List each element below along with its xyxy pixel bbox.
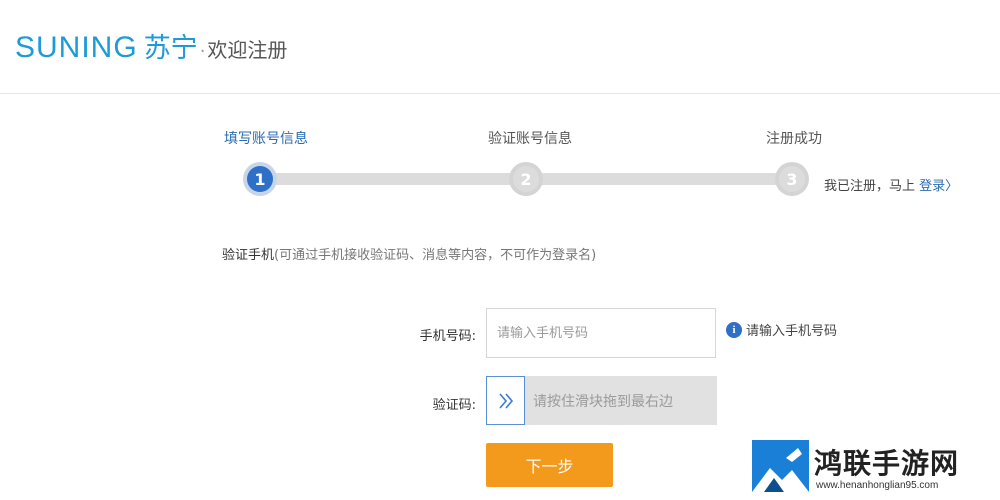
step-1-circle: 1: [243, 162, 277, 196]
verify-phone-note: (可通过手机接收验证码、消息等内容，不可作为登录名): [274, 248, 597, 263]
login-link-label[interactable]: 登录: [919, 179, 945, 194]
page-header: SUNING 苏宁 · 欢迎注册: [0, 0, 1000, 94]
step-3-circle: 3: [775, 162, 809, 196]
page-title: 欢迎注册: [207, 38, 288, 62]
watermark: 鸿联手游网 www.henanhonglian95.com: [752, 440, 996, 494]
phone-hint: i 请输入手机号码: [726, 320, 837, 339]
suning-logo[interactable]: SUNING 苏宁 · 欢迎注册: [15, 26, 288, 64]
step-1-number: 1: [247, 166, 273, 192]
login-link[interactable]: 登录〉: [919, 179, 958, 194]
captcha-slider-track[interactable]: 请按住滑块拖到最右边: [486, 376, 717, 425]
watermark-title: 鸿联手游网: [814, 447, 960, 480]
slider-instruction: 请按住滑块拖到最右边: [533, 394, 673, 410]
phone-label: 手机号码:: [419, 329, 476, 344]
login-hint-text: 我已注册，马上: [824, 179, 916, 194]
chevron-right-icon[interactable]: 〉: [945, 179, 958, 194]
double-chevron-right-icon: [498, 392, 513, 409]
brand-name-en: SUNING: [15, 31, 138, 64]
step-1-label: 填写账号信息: [224, 131, 308, 147]
next-step-button[interactable]: 下一步: [486, 443, 613, 487]
captcha-label: 验证码:: [432, 398, 476, 413]
login-hint: 我已注册，马上 登录〉: [824, 175, 958, 194]
watermark-url: www.henanhonglian95.com: [816, 480, 939, 491]
step-2-number: 2: [513, 166, 539, 192]
step-2-label: 验证账号信息: [488, 131, 572, 147]
info-icon: i: [726, 321, 742, 338]
step-3-label: 注册成功: [766, 131, 822, 147]
step-2-circle: 2: [509, 162, 543, 196]
slider-handle[interactable]: [486, 376, 525, 425]
verify-phone-title: 验证手机: [222, 248, 275, 263]
brand-name-cn: 苏宁: [143, 33, 198, 64]
verify-phone-heading: 验证手机(可通过手机接收验证码、消息等内容，不可作为登录名): [222, 244, 596, 263]
phone-input[interactable]: [486, 308, 716, 358]
brand-separator: ·: [199, 41, 206, 62]
phone-hint-text: 请输入手机号码: [746, 324, 838, 339]
step-3-number: 3: [779, 166, 805, 192]
step-labels: 填写账号信息 验证账号信息 注册成功: [0, 128, 1000, 148]
watermark-logo-icon: [752, 440, 809, 492]
